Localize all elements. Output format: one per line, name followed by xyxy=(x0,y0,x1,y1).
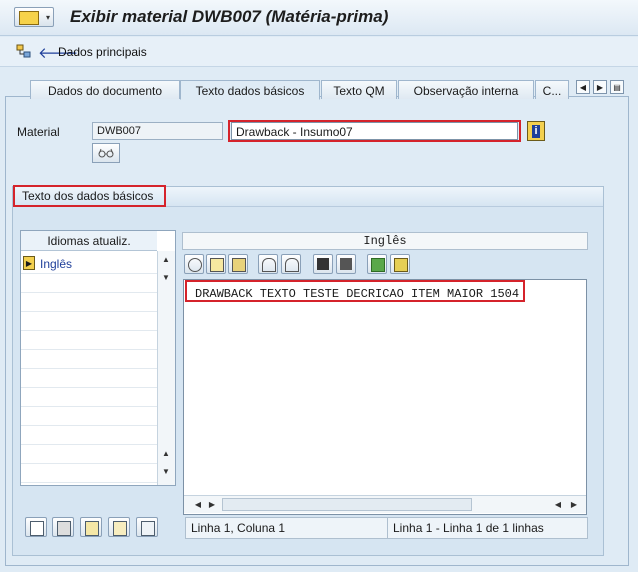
list-item xyxy=(21,465,157,483)
scissors-icon xyxy=(188,258,202,272)
scroll-up-icon[interactable]: ▲ xyxy=(158,447,174,461)
export-button[interactable] xyxy=(390,254,410,274)
list-item xyxy=(21,313,157,331)
cursor-position-status: Linha 1, Coluna 1 xyxy=(185,517,390,539)
list-item xyxy=(21,408,157,426)
text-editor[interactable] xyxy=(183,279,587,515)
languages-list-header: Idiomas atualiz. xyxy=(21,231,157,251)
group-title: Texto dos dados básicos xyxy=(22,189,154,203)
edit-text-button[interactable] xyxy=(80,517,102,537)
scroll-thumb[interactable] xyxy=(222,498,472,511)
delete-text-button[interactable] xyxy=(52,517,74,537)
find-next-button[interactable] xyxy=(336,254,356,274)
main-data-label: Dados principais xyxy=(58,45,147,59)
redo-icon xyxy=(285,258,299,272)
scroll-down-icon[interactable]: ▼ xyxy=(158,465,174,479)
paste-icon xyxy=(232,258,246,272)
undo-button[interactable] xyxy=(258,254,278,274)
list-item xyxy=(21,389,157,407)
find-button[interactable] xyxy=(313,254,333,274)
line-count-status: Linha 1 - Linha 1 de 1 linhas xyxy=(387,517,588,539)
binoculars-icon xyxy=(317,258,329,270)
copy-document-icon xyxy=(141,521,155,536)
tab-internal-note[interactable]: Observação interna xyxy=(398,80,534,99)
scroll-down-icon[interactable]: ▼ xyxy=(158,271,174,285)
list-item[interactable]: ▶ Inglês xyxy=(21,254,157,274)
language-item-label: Inglês xyxy=(40,257,73,271)
tab-list-button[interactable]: ▤ xyxy=(610,80,624,94)
tab-qm-text[interactable]: Texto QM xyxy=(321,80,397,99)
scroll-right-icon[interactable]: ▶ xyxy=(204,498,220,512)
new-text-button[interactable] xyxy=(25,517,47,537)
trash-icon xyxy=(57,521,71,536)
glasses-icon xyxy=(98,148,114,158)
hierarchy-icon xyxy=(16,44,31,58)
insert-icon xyxy=(113,521,127,536)
pencil-icon xyxy=(85,521,99,536)
editor-language-header: Inglês xyxy=(182,232,588,250)
info-button[interactable]: i xyxy=(527,121,545,141)
copy-text-button[interactable] xyxy=(136,517,158,537)
list-item xyxy=(21,351,157,369)
chevron-down-icon: ▾ xyxy=(45,13,50,22)
tab-scroll-left-button[interactable]: ◀ xyxy=(576,80,590,94)
tab-scroll-right-button[interactable]: ▶ xyxy=(593,80,607,94)
copy-button[interactable] xyxy=(206,254,226,274)
material-label: Material xyxy=(17,125,60,139)
redo-button[interactable] xyxy=(281,254,301,274)
info-icon: i xyxy=(532,125,540,138)
export-icon xyxy=(394,258,408,272)
insert-text-button[interactable] xyxy=(108,517,130,537)
menu-icon xyxy=(19,11,39,25)
list-item xyxy=(21,446,157,464)
scroll-right-icon[interactable]: ▶ xyxy=(566,498,582,512)
import-icon xyxy=(371,258,385,272)
editor-text[interactable]: DRAWBACK TEXTO TESTE DECRICAO ITEM MAIOR… xyxy=(195,287,519,301)
tab-document-data[interactable]: Dados do documento xyxy=(30,80,180,99)
scroll-left-icon[interactable]: ◀ xyxy=(550,498,566,512)
system-menu-button[interactable]: ▾ xyxy=(14,7,54,27)
list-item xyxy=(21,427,157,445)
undo-icon xyxy=(262,258,276,272)
tab-basic-data-text[interactable]: Texto dados básicos xyxy=(180,80,320,100)
editor-horizontal-scrollbar[interactable]: ◀ ▶ ◀ ▶ xyxy=(184,495,586,513)
languages-scrollbar[interactable]: ▲ ▼ ▲ ▼ xyxy=(157,251,175,485)
selection-arrow-icon: ▶ xyxy=(23,256,35,270)
list-item xyxy=(21,370,157,388)
list-item xyxy=(21,275,157,293)
material-description-field[interactable]: Drawback - Insumo07 xyxy=(231,122,518,140)
import-button[interactable] xyxy=(367,254,387,274)
copy-icon xyxy=(210,258,224,272)
new-document-icon xyxy=(30,521,44,536)
display-change-button[interactable] xyxy=(92,143,120,163)
cut-button[interactable] xyxy=(184,254,204,274)
tab-more[interactable]: C... xyxy=(535,80,569,99)
list-item xyxy=(21,332,157,350)
scroll-up-icon[interactable]: ▲ xyxy=(158,253,174,267)
paste-button[interactable] xyxy=(228,254,248,274)
material-code-field: DWB007 xyxy=(92,122,223,140)
list-item xyxy=(21,294,157,312)
binoculars-next-icon xyxy=(340,258,352,270)
page-title: Exibir material DWB007 (Matéria-prima) xyxy=(70,7,389,26)
